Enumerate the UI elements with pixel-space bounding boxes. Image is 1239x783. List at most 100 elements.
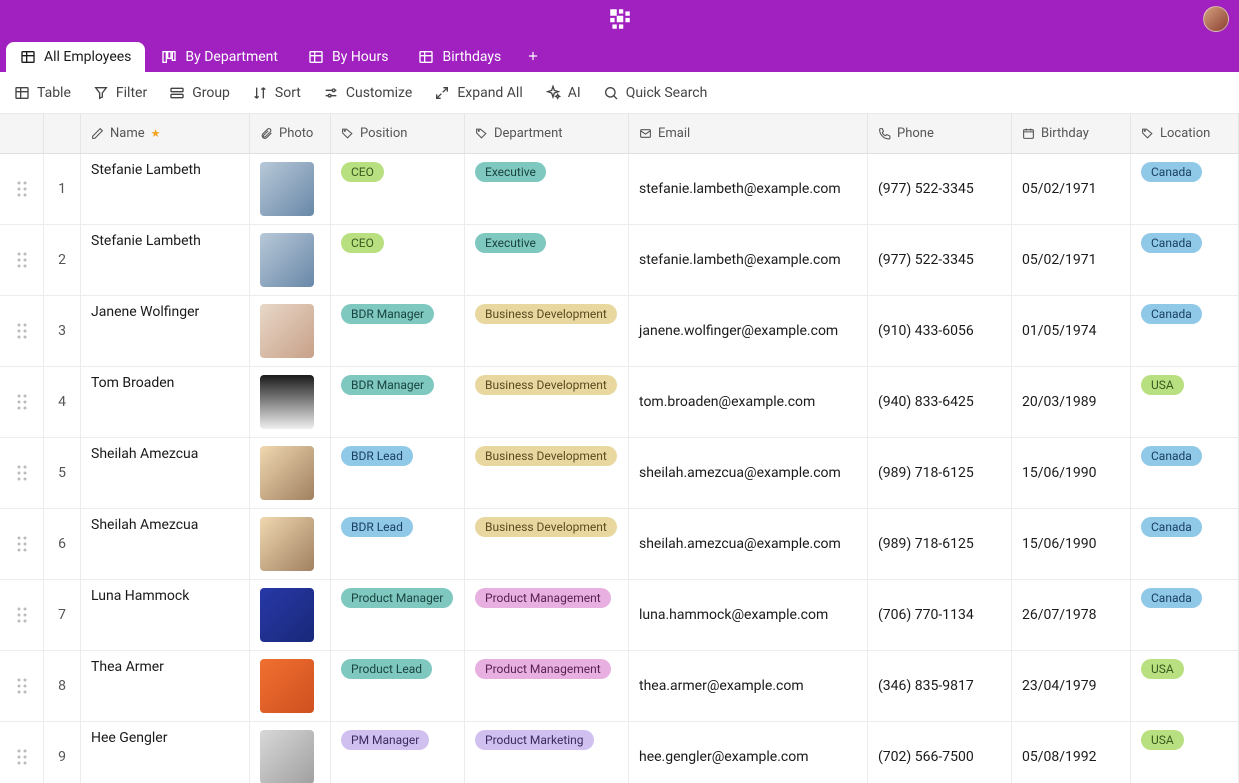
cell-email[interactable]: sheilah.amezcua@example.com: [629, 438, 868, 508]
col-header-email[interactable]: Email: [629, 114, 868, 153]
cell-email[interactable]: stefanie.lambeth@example.com: [629, 225, 868, 295]
cell-name[interactable]: Stefanie Lambeth: [81, 154, 250, 224]
cell-name[interactable]: Thea Armer: [81, 651, 250, 721]
cell-location[interactable]: Canada: [1131, 438, 1239, 508]
customize-button[interactable]: Customize: [323, 85, 412, 101]
cell-location[interactable]: Canada: [1131, 296, 1239, 366]
col-header-name[interactable]: Name ★: [81, 114, 250, 153]
cell-photo[interactable]: [250, 296, 331, 366]
cell-position[interactable]: CEO: [331, 225, 465, 295]
cell-location[interactable]: USA: [1131, 722, 1239, 783]
drag-handle[interactable]: [0, 367, 44, 437]
cell-email[interactable]: sheilah.amezcua@example.com: [629, 509, 868, 579]
table-row[interactable]: 1Stefanie LambethCEOExecutivestefanie.la…: [0, 154, 1239, 225]
cell-name[interactable]: Stefanie Lambeth: [81, 225, 250, 295]
cell-department[interactable]: Executive: [465, 154, 629, 224]
ai-button[interactable]: AI: [545, 85, 581, 101]
cell-location[interactable]: Canada: [1131, 580, 1239, 650]
table-row[interactable]: 3Janene WolfingerBDR ManagerBusiness Dev…: [0, 296, 1239, 367]
cell-department[interactable]: Business Development: [465, 296, 629, 366]
cell-photo[interactable]: [250, 225, 331, 295]
cell-photo[interactable]: [250, 580, 331, 650]
cell-department[interactable]: Product Marketing: [465, 722, 629, 783]
drag-handle[interactable]: [0, 154, 44, 224]
cell-department[interactable]: Business Development: [465, 367, 629, 437]
col-header-position[interactable]: Position: [331, 114, 465, 153]
drag-handle[interactable]: [0, 225, 44, 295]
tab-by-hours[interactable]: By Hours: [294, 42, 402, 72]
cell-name[interactable]: Sheilah Amezcua: [81, 509, 250, 579]
cell-department[interactable]: Business Development: [465, 438, 629, 508]
col-header-department[interactable]: Department: [465, 114, 629, 153]
cell-email[interactable]: tom.broaden@example.com: [629, 367, 868, 437]
cell-name[interactable]: Luna Hammock: [81, 580, 250, 650]
table-row[interactable]: 4Tom BroadenBDR ManagerBusiness Developm…: [0, 367, 1239, 438]
sort-button[interactable]: Sort: [252, 85, 301, 101]
cell-photo[interactable]: [250, 438, 331, 508]
cell-location[interactable]: Canada: [1131, 225, 1239, 295]
cell-phone[interactable]: (977) 522-3345: [868, 154, 1012, 224]
cell-birthday[interactable]: 15/06/1990: [1012, 438, 1131, 508]
cell-birthday[interactable]: 05/02/1971: [1012, 225, 1131, 295]
cell-email[interactable]: stefanie.lambeth@example.com: [629, 154, 868, 224]
cell-birthday[interactable]: 23/04/1979: [1012, 651, 1131, 721]
table-row[interactable]: 2Stefanie LambethCEOExecutivestefanie.la…: [0, 225, 1239, 296]
cell-phone[interactable]: (989) 718-6125: [868, 438, 1012, 508]
cell-photo[interactable]: [250, 367, 331, 437]
user-avatar[interactable]: [1203, 6, 1229, 32]
cell-email[interactable]: luna.hammock@example.com: [629, 580, 868, 650]
cell-phone[interactable]: (940) 833-6425: [868, 367, 1012, 437]
drag-handle[interactable]: [0, 296, 44, 366]
table-row[interactable]: 5Sheilah AmezcuaBDR LeadBusiness Develop…: [0, 438, 1239, 509]
add-tab-button[interactable]: [517, 40, 549, 72]
cell-phone[interactable]: (702) 566-7500: [868, 722, 1012, 783]
col-header-photo[interactable]: Photo: [250, 114, 331, 153]
cell-birthday[interactable]: 05/02/1971: [1012, 154, 1131, 224]
cell-phone[interactable]: (706) 770-1134: [868, 580, 1012, 650]
cell-name[interactable]: Janene Wolfinger: [81, 296, 250, 366]
drag-handle[interactable]: [0, 509, 44, 579]
cell-position[interactable]: Product Lead: [331, 651, 465, 721]
table-row[interactable]: 9Hee GenglerPM ManagerProduct Marketingh…: [0, 722, 1239, 783]
cell-phone[interactable]: (989) 718-6125: [868, 509, 1012, 579]
cell-email[interactable]: janene.wolfinger@example.com: [629, 296, 868, 366]
cell-birthday[interactable]: 20/03/1989: [1012, 367, 1131, 437]
table-row[interactable]: 8Thea ArmerProduct LeadProduct Managemen…: [0, 651, 1239, 722]
cell-phone[interactable]: (346) 835-9817: [868, 651, 1012, 721]
table-row[interactable]: 7Luna HammockProduct ManagerProduct Mana…: [0, 580, 1239, 651]
cell-name[interactable]: Tom Broaden: [81, 367, 250, 437]
cell-position[interactable]: BDR Manager: [331, 367, 465, 437]
tab-by-department[interactable]: By Department: [147, 42, 292, 72]
cell-department[interactable]: Executive: [465, 225, 629, 295]
tab-birthdays[interactable]: Birthdays: [404, 42, 515, 72]
col-header-birthday[interactable]: Birthday: [1012, 114, 1131, 153]
cell-phone[interactable]: (910) 433-6056: [868, 296, 1012, 366]
employees-grid[interactable]: Name ★ Photo Position Department Email: [0, 114, 1239, 783]
cell-photo[interactable]: [250, 722, 331, 783]
cell-birthday[interactable]: 26/07/1978: [1012, 580, 1131, 650]
cell-phone[interactable]: (977) 522-3345: [868, 225, 1012, 295]
cell-location[interactable]: USA: [1131, 367, 1239, 437]
cell-department[interactable]: Product Management: [465, 651, 629, 721]
cell-email[interactable]: thea.armer@example.com: [629, 651, 868, 721]
cell-name[interactable]: Hee Gengler: [81, 722, 250, 783]
col-header-phone[interactable]: Phone: [868, 114, 1012, 153]
quick-search-button[interactable]: Quick Search: [603, 85, 708, 101]
tab-all-employees[interactable]: All Employees: [6, 42, 145, 72]
cell-email[interactable]: hee.gengler@example.com: [629, 722, 868, 783]
table-button[interactable]: Table: [14, 85, 71, 101]
cell-photo[interactable]: [250, 509, 331, 579]
cell-position[interactable]: BDR Manager: [331, 296, 465, 366]
cell-birthday[interactable]: 15/06/1990: [1012, 509, 1131, 579]
cell-position[interactable]: BDR Lead: [331, 438, 465, 508]
cell-department[interactable]: Product Management: [465, 580, 629, 650]
col-header-location[interactable]: Location: [1131, 114, 1239, 153]
cell-position[interactable]: BDR Lead: [331, 509, 465, 579]
table-row[interactable]: 6Sheilah AmezcuaBDR LeadBusiness Develop…: [0, 509, 1239, 580]
cell-department[interactable]: Business Development: [465, 509, 629, 579]
drag-handle[interactable]: [0, 651, 44, 721]
cell-birthday[interactable]: 01/05/1974: [1012, 296, 1131, 366]
cell-location[interactable]: USA: [1131, 651, 1239, 721]
cell-location[interactable]: Canada: [1131, 154, 1239, 224]
cell-position[interactable]: CEO: [331, 154, 465, 224]
